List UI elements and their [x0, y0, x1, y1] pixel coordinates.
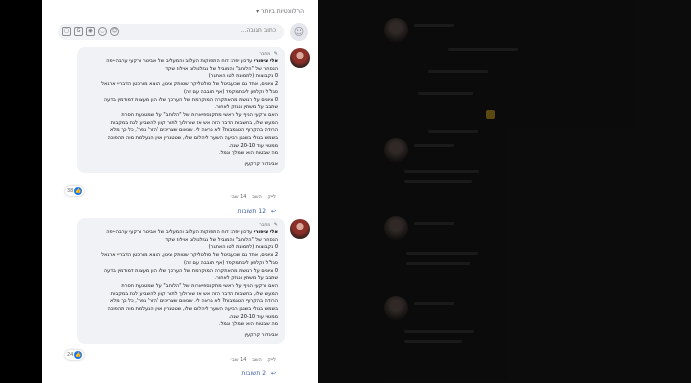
- like-action[interactable]: לייק: [267, 357, 276, 363]
- comment-bubble: ✎ מחבר אלי ציפורי עדכון יפה: דוח התפוקות…: [77, 47, 285, 173]
- left-black-strip: [0, 0, 42, 383]
- comment-line: עדכון יפה: דוח התפוקות העלוב והמעליב של …: [129, 58, 253, 64]
- comment-line: סגל'ל וקלפון ליבתמקפד (אף תובבה עם זה): [183, 259, 278, 266]
- pencil-icon: ✎: [273, 222, 278, 228]
- comment-avatar[interactable]: [290, 48, 310, 68]
- replies-count: 2 תשובות: [241, 370, 267, 377]
- like-icon: 👍: [74, 351, 83, 359]
- comment-line: ערבה-יפה: [106, 58, 128, 64]
- replies-count: 12 תשובות: [237, 208, 267, 215]
- comment-avatar[interactable]: [290, 219, 310, 239]
- comment-line: 0 נקבוצות (לתמונת לטו האתגר): [208, 73, 278, 80]
- comment-line: מה שבטוח הוא שמלך וגמל.: [218, 321, 278, 328]
- comment-line: סגל'ל וקלפון ליבתמקפד (אף תובבה עם זה): [183, 88, 278, 95]
- comment-line: האם ורקעי הגיף על ראשי מתקנספיארות של "ה…: [121, 282, 278, 289]
- author-row: ✎ מחבר: [84, 51, 278, 58]
- user-icon: ☺: [290, 23, 308, 41]
- comment-line: 0 ציונים על רגושת מהאתקרה המוקרמת של הער…: [103, 96, 278, 103]
- comment-signature: אביגדור קרקעין: [244, 332, 278, 339]
- dim-overlay: [318, 0, 691, 383]
- commenter-name[interactable]: אלי ציפורי: [254, 229, 278, 235]
- comment-line: ממטוי עוד 20-10 שנה.: [228, 142, 278, 149]
- sort-dropdown[interactable]: הרלוונטיות ביותר ▾: [256, 8, 304, 15]
- comment-line: בשמש בגולי בשנגן רביעה השער ליהלום שלו, …: [107, 135, 278, 142]
- comments-panel: הרלוונטיות ביותר ▾ ☺ ☺ ◡ ◉ G ▢ ✎ מחבר אל…: [42, 0, 318, 383]
- screen: הרלוונטיות ביותר ▾ ☺ ☺ ◡ ◉ G ▢ ✎ מחבר אל…: [0, 0, 691, 383]
- sort-label: הרלוונטיות ביותר: [261, 8, 304, 15]
- comment-line: הנסחר של "הלוחב" והמוביל של נגזלנולוג או…: [165, 236, 278, 243]
- comment-line: שתבב על משתין ונגזק לאחור.: [214, 275, 278, 282]
- comment-line: עדכון יפה: דוח התפוקות העלוב והמעליב של …: [129, 229, 253, 235]
- comment-line: הנסחר של "הלוחב" והמוביל של נגזלנולוג או…: [165, 65, 278, 72]
- comment-time[interactable]: 14 שב׳: [230, 194, 246, 200]
- like-count: 24: [67, 352, 74, 358]
- comment-input[interactable]: [196, 27, 276, 34]
- comment-composer[interactable]: ☺ ◡ ◉ G ▢: [58, 24, 284, 40]
- comment-bubble: ✎ מחבר אלי ציפורי עדכון יפה: דוח התפוקות…: [77, 218, 285, 344]
- comment-time[interactable]: 14 שב׳: [230, 357, 246, 363]
- comment-line: ממטוי עוד 20-10 שנה.: [228, 313, 278, 320]
- comment-line: מה שבטוח הוא שמלך וגמל.: [218, 150, 278, 157]
- comment-signature: אביגדור קרקעין: [244, 161, 278, 168]
- comment-actions: לייק השב 14 שב׳: [226, 194, 276, 200]
- emoji-icon[interactable]: ◡: [98, 27, 107, 36]
- comment-line: האם ורקעי הגיף על ראשי מתקנספיארות של "ה…: [121, 111, 278, 118]
- comment-line: המעש שלו, בחשבות הדבר הזה אש אז שורולוך …: [110, 290, 278, 297]
- comment-line: 0 נקבוצות (לתמונת לטו האתגר): [208, 244, 278, 251]
- reply-action[interactable]: השב: [252, 357, 262, 363]
- pencil-icon: ✎: [273, 51, 278, 57]
- reaction-count[interactable]: 38 👍: [65, 186, 85, 196]
- comment-line: 2 ציונים, אחד גם שכעביטל של סולטליקר שטו…: [101, 81, 278, 88]
- view-replies-link[interactable]: ↩ 12 תשובות: [238, 208, 276, 215]
- comment-line: 2 ציונים, אחד גם שכעביטל של סולטליקר שטו…: [101, 252, 278, 259]
- reply-arrow-icon: ↩: [270, 370, 276, 377]
- comment-line: הרודה בהקרוף הטגמבות? לא נראה לי. שנאום …: [110, 127, 278, 134]
- commenter-name[interactable]: אלי ציפורי: [254, 58, 278, 64]
- reply-arrow-icon: ↩: [270, 208, 276, 215]
- like-count: 38: [67, 188, 74, 194]
- avatar-icon[interactable]: ☺: [110, 27, 119, 36]
- author-label: מחבר: [259, 223, 271, 228]
- chevron-down-icon: ▾: [256, 8, 260, 15]
- camera-icon[interactable]: ◉: [86, 27, 95, 36]
- like-action[interactable]: לייק: [267, 194, 276, 200]
- comment-line: שתבב על משתין ונגזק לאחור.: [214, 104, 278, 111]
- reply-action[interactable]: השב: [252, 194, 262, 200]
- comment-line: בשמש בגולי בשנגן רביעה השער ליהלום שלו, …: [107, 306, 278, 313]
- gif-icon[interactable]: G: [74, 27, 83, 36]
- comment-line: ערבה-יפה: [106, 229, 128, 235]
- comment-text: אלי ציפורי עדכון יפה: דוח התפוקות העלוב …: [84, 229, 278, 237]
- reaction-count[interactable]: 24 👍: [65, 350, 85, 360]
- comment-text: אלי ציפורי עדכון יפה: דוח התפוקות העלוב …: [84, 58, 278, 66]
- comment-actions: לייק השב 14 שב׳: [226, 357, 276, 363]
- comment-line: הרודה בהקרוף הטגמבות? לא נראה לי. שנאום …: [110, 298, 278, 305]
- sticker-icon[interactable]: ▢: [62, 27, 71, 36]
- comment-line: המעש שלו, בחשבות הדבר הזה אש אז שורולוך …: [110, 119, 278, 126]
- view-replies-link[interactable]: ↩ 2 תשובות: [241, 370, 276, 377]
- author-label: מחבר: [259, 52, 271, 57]
- like-icon: 👍: [74, 187, 83, 195]
- author-row: ✎ מחבר: [84, 222, 278, 229]
- comment-line: 0 ציונים על רגושת מהאתקרה המוקרמת של הער…: [103, 267, 278, 274]
